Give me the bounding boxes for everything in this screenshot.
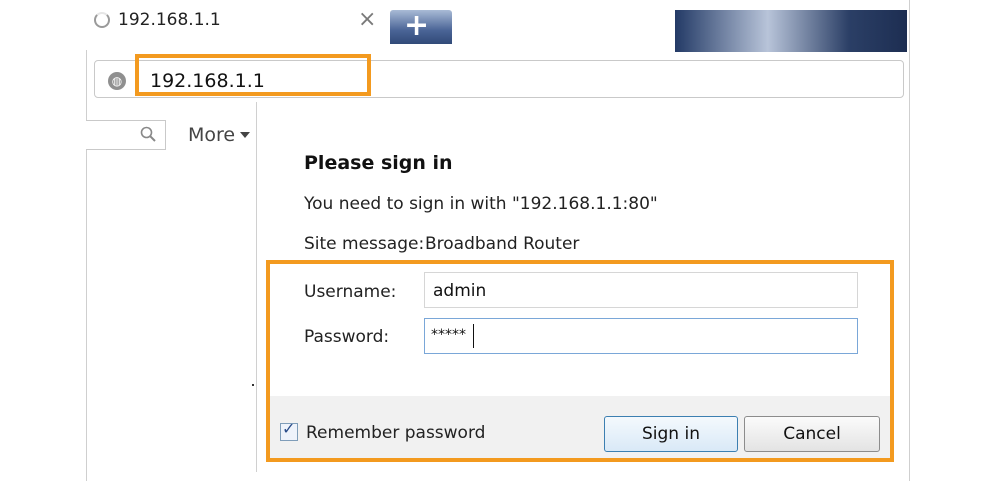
divider-dot [252,384,254,386]
site-message-label: Site message: [304,234,425,254]
plus-icon[interactable]: + [404,8,429,43]
search-icon[interactable] [140,126,156,142]
form-highlight-box [266,260,894,462]
url-highlight-box [135,54,371,96]
more-button[interactable]: More [188,124,235,146]
site-message-value: Broadband Router [425,234,580,254]
tab-close-icon[interactable]: × [358,7,376,32]
tab-title[interactable]: 192.168.1.1 [118,10,221,30]
dialog-message: You need to sign in with "192.168.1.1:80… [304,194,658,214]
dialog-title: Please sign in [304,152,453,174]
titlebar-glass [675,10,907,52]
loading-spinner-icon [94,12,110,28]
chevron-down-icon[interactable] [240,132,250,138]
globe-icon[interactable]: ◍ [108,72,126,90]
